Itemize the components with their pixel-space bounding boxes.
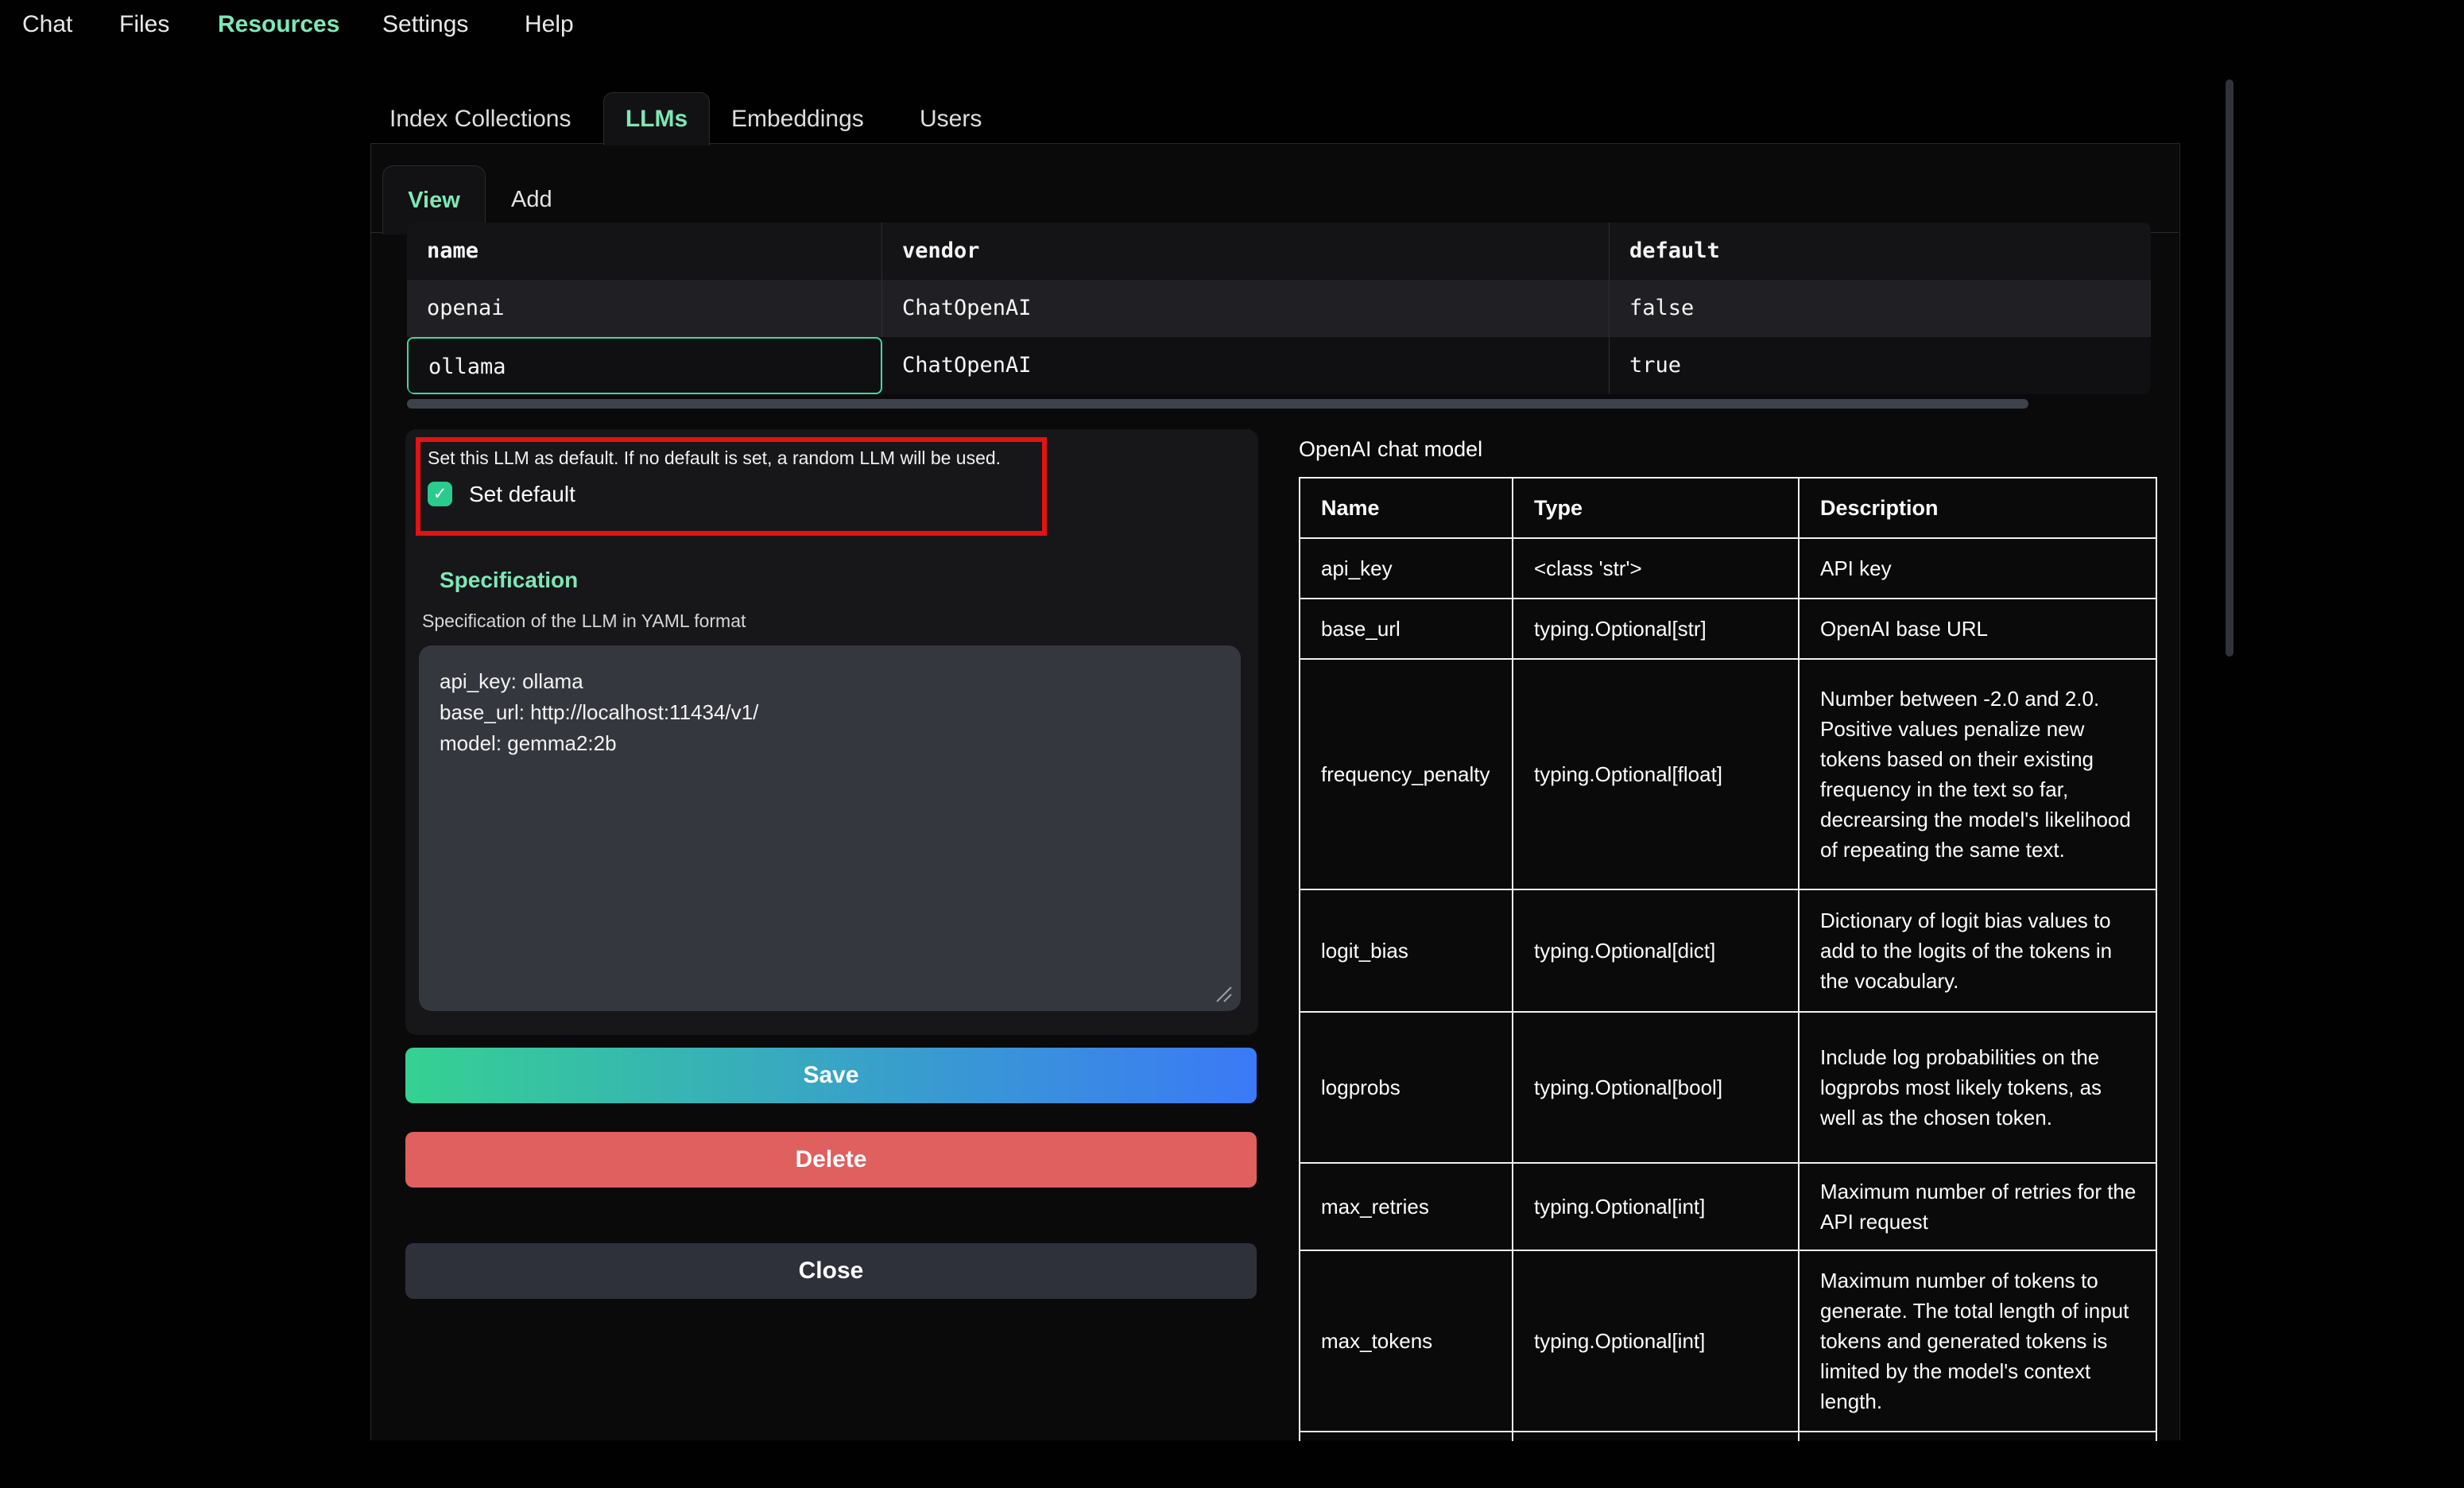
llm-col-default: default xyxy=(1610,223,2151,280)
tab-embeddings[interactable]: Embeddings xyxy=(731,106,864,133)
tab-llms[interactable]: LLMs xyxy=(603,92,710,145)
annotation-highlight-box: Set this LLM as default. If no default i… xyxy=(416,437,1047,536)
doc-cell-description: Dictionary of logit bias values to add t… xyxy=(1800,890,2156,1011)
doc-cell-name: logit_bias xyxy=(1300,890,1513,1011)
doc-cell-description: Include log probabilities on the logprob… xyxy=(1800,1013,2156,1162)
yaml-text: api_key: ollama base_url: http://localho… xyxy=(419,645,1241,759)
doc-col-name: Name xyxy=(1300,479,1513,537)
doc-cell-description: API key xyxy=(1800,539,2156,598)
doc-cell-description xyxy=(1800,1432,2156,1441)
doc-row-logprobs: logprobs typing.Optional[bool] Include l… xyxy=(1300,1013,2156,1164)
doc-cell-name: logprobs xyxy=(1300,1013,1513,1162)
doc-cell-name: api_key xyxy=(1300,539,1513,598)
doc-header-row: Name Type Description xyxy=(1300,479,2156,539)
doc-cell-type: typing.Optional[float] xyxy=(1513,660,1800,889)
doc-row-api-key: api_key <class 'str'> API key xyxy=(1300,539,2156,599)
doc-cell-description: OpenAI base URL xyxy=(1800,599,2156,658)
doc-row-max-retries: max_retries typing.Optional[int] Maximum… xyxy=(1300,1164,2156,1251)
doc-row-logit-bias: logit_bias typing.Optional[dict] Diction… xyxy=(1300,890,2156,1013)
doc-cell-name: base_url xyxy=(1300,599,1513,658)
cell-ollama-vendor[interactable]: ChatOpenAI xyxy=(882,337,1610,394)
doc-row-partial xyxy=(1300,1432,2156,1441)
nav-item-chat[interactable]: Chat xyxy=(22,11,72,38)
save-button[interactable]: Save xyxy=(405,1048,1257,1103)
llm-list-table: name vendor default openai ChatOpenAI fa… xyxy=(407,223,2151,394)
resize-handle-icon[interactable] xyxy=(1214,984,1233,1003)
cell-openai-name[interactable]: openai xyxy=(407,280,882,337)
doc-cell-type: typing.Optional[int] xyxy=(1513,1164,1800,1250)
llm-table-header: name vendor default xyxy=(407,223,2151,280)
doc-cell-type: <class 'str'> xyxy=(1513,539,1800,598)
doc-col-type: Type xyxy=(1513,479,1800,537)
doc-cell-name xyxy=(1300,1432,1513,1441)
set-default-hint: Set this LLM as default. If no default i… xyxy=(428,447,1040,469)
nav-item-resources[interactable]: Resources xyxy=(218,11,339,38)
checkmark-icon: ✓ xyxy=(433,484,447,504)
yaml-specification-textarea[interactable]: api_key: ollama base_url: http://localho… xyxy=(419,645,1241,1011)
doc-cell-type: typing.Optional[bool] xyxy=(1513,1013,1800,1162)
cell-ollama-name-selected[interactable]: ollama xyxy=(407,337,882,394)
doc-cell-type: typing.Optional[dict] xyxy=(1513,890,1800,1011)
tab-llms-label: LLMs xyxy=(626,106,688,133)
llm-col-name: name xyxy=(407,223,882,280)
doc-row-frequency-penalty: frequency_penalty typing.Optional[float]… xyxy=(1300,660,2156,890)
set-default-label[interactable]: Set default xyxy=(469,482,575,506)
doc-col-description: Description xyxy=(1800,479,2156,537)
set-default-checkbox[interactable]: ✓ xyxy=(428,482,452,506)
table-row-openai[interactable]: openai ChatOpenAI false xyxy=(407,280,2151,337)
model-doc-title: OpenAI chat model xyxy=(1299,437,1482,462)
table-row-ollama[interactable]: ollama ChatOpenAI true xyxy=(407,337,2151,394)
page-vertical-scrollbar[interactable] xyxy=(2226,79,2233,657)
doc-cell-name: frequency_penalty xyxy=(1300,660,1513,889)
tab-index-collections[interactable]: Index Collections xyxy=(389,106,571,133)
doc-cell-name: max_retries xyxy=(1300,1164,1513,1250)
doc-row-max-tokens: max_tokens typing.Optional[int] Maximum … xyxy=(1300,1251,2156,1432)
model-doc-table: Name Type Description api_key <class 'st… xyxy=(1299,477,2157,1441)
tab-users[interactable]: Users xyxy=(920,106,982,133)
nav-item-files[interactable]: Files xyxy=(119,11,169,38)
nav-item-settings[interactable]: Settings xyxy=(382,11,468,38)
subtab-view-label: View xyxy=(408,188,460,214)
doc-cell-type: typing.Optional[str] xyxy=(1513,599,1800,658)
specification-heading: Specification xyxy=(440,568,578,593)
set-default-row[interactable]: ✓ Set default xyxy=(428,482,575,506)
cell-openai-default[interactable]: false xyxy=(1610,280,2151,337)
doc-cell-type: typing.Optional[int] xyxy=(1513,1251,1800,1431)
table-horizontal-scrollbar[interactable] xyxy=(407,399,2028,409)
doc-row-base-url: base_url typing.Optional[str] OpenAI bas… xyxy=(1300,599,2156,660)
nav-item-help[interactable]: Help xyxy=(525,11,574,38)
close-button[interactable]: Close xyxy=(405,1243,1257,1299)
doc-cell-description: Number between -2.0 and 2.0. Positive va… xyxy=(1800,660,2156,889)
cell-ollama-default[interactable]: true xyxy=(1610,337,2151,394)
doc-cell-type xyxy=(1513,1432,1800,1441)
subtab-add[interactable]: Add xyxy=(511,187,552,213)
specification-caption: Specification of the LLM in YAML format xyxy=(422,610,746,632)
cell-openai-vendor[interactable]: ChatOpenAI xyxy=(882,280,1610,337)
llm-col-vendor: vendor xyxy=(882,223,1610,280)
doc-cell-description: Maximum number of tokens to generate. Th… xyxy=(1800,1251,2156,1431)
delete-button[interactable]: Delete xyxy=(405,1132,1257,1188)
doc-cell-description: Maximum number of retries for the API re… xyxy=(1800,1164,2156,1250)
doc-cell-name: max_tokens xyxy=(1300,1251,1513,1431)
